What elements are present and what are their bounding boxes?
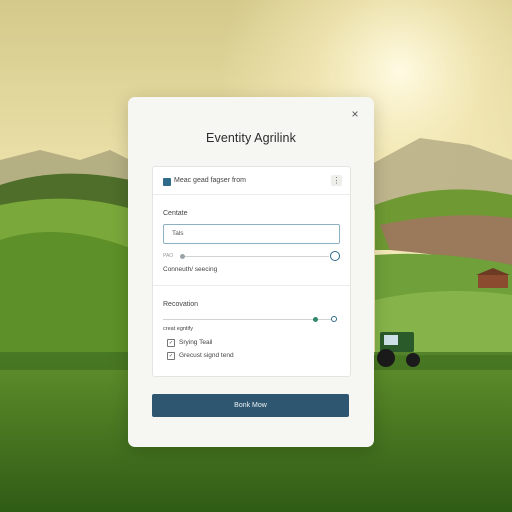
slider-end-marker xyxy=(331,316,337,322)
section-heading-centate: Centate xyxy=(163,210,188,217)
slider-caption-1: Conneuth/ seecing xyxy=(163,266,218,273)
checkbox-srying-teail[interactable]: ✓ xyxy=(167,339,175,347)
header-checkbox-label: Meac gead fagser from xyxy=(174,177,246,184)
close-icon[interactable]: × xyxy=(348,107,362,121)
slider-knob-1[interactable] xyxy=(180,254,185,259)
dialog-title: Eventity Agrilink xyxy=(206,131,296,145)
checkbox-grecust-signd-tend[interactable]: ✓ xyxy=(167,352,175,360)
section-heading-recovation: Recovation xyxy=(163,301,199,308)
checkbox-label-1: Srying Teail xyxy=(179,339,213,346)
checkbox-label-2: Grecust signd tend xyxy=(179,352,234,359)
panel-header-row: Meac gead fagser from ⋮ xyxy=(153,167,350,195)
slider-left-label: PAO xyxy=(163,253,174,259)
more-options-icon[interactable]: ⋮ xyxy=(331,175,342,186)
agrilink-dialog: × Eventity Agrilink Meac gead fagser fro… xyxy=(128,97,374,447)
section-divider xyxy=(153,285,350,286)
slider-track-2[interactable] xyxy=(163,319,333,320)
slider-track-1[interactable] xyxy=(181,256,329,257)
input-value: Tals xyxy=(172,230,184,237)
primary-action-button[interactable]: Bonk Mow xyxy=(152,394,349,417)
slider-knob-2[interactable] xyxy=(313,317,318,322)
slider-end-icon[interactable] xyxy=(330,251,340,261)
text-input[interactable]: Tals xyxy=(163,224,340,244)
header-checkbox[interactable] xyxy=(163,178,171,186)
slider-caption-2: creat egntify xyxy=(163,326,193,332)
settings-panel: Meac gead fagser from ⋮ Centate Tals PAO… xyxy=(152,166,351,377)
